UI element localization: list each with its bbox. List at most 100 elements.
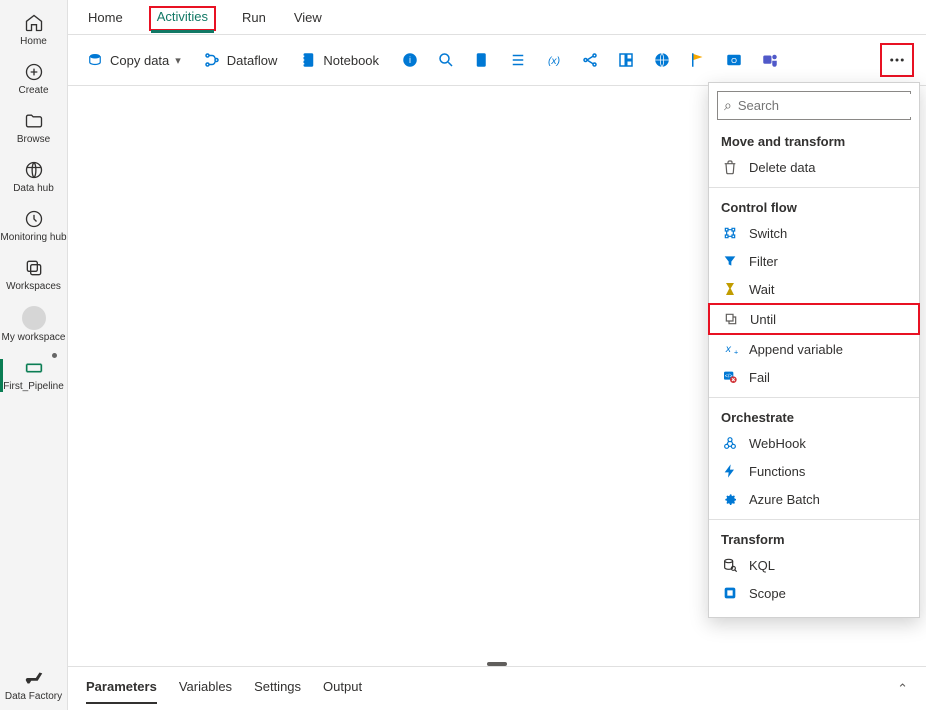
info-icon[interactable]: i [401,51,419,69]
activity-label: Fail [749,370,907,385]
tab-activities[interactable]: Activities [149,6,216,31]
outlook-icon[interactable]: O [725,51,743,69]
search-input[interactable] [738,94,914,117]
search-icon: ⌕ [724,97,732,114]
more-activities-button[interactable] [880,43,914,77]
nav-workspaces[interactable]: Workspaces [0,251,67,300]
nav-data-hub-label: Data hub [13,183,54,194]
left-nav-rail: Home Create Browse Data hub Monitoring h… [0,0,68,710]
activity-fail[interactable]: </> Fail [709,363,919,391]
activity-label: Scope [749,586,907,601]
activity-label: Filter [749,254,907,269]
nav-first-pipeline[interactable]: First_Pipeline [0,351,67,400]
section-control-flow: Control flow [709,194,919,219]
svg-text:O: O [731,56,737,65]
svg-text:i: i [409,55,411,65]
nav-workspaces-label: Workspaces [6,281,61,292]
until-icon [722,310,740,328]
activity-filter[interactable]: Filter [709,247,919,275]
svg-text:+: + [734,348,738,357]
svg-text:x: x [725,344,732,355]
filter-icon [721,252,739,270]
nav-create-label: Create [18,85,48,96]
append-variable-icon: x+ [721,340,739,358]
expand-panel-button[interactable]: ⌃ [897,681,908,697]
trash-icon [721,158,739,176]
nav-browse-label: Browse [17,134,50,145]
activity-kql[interactable]: KQL [709,551,919,579]
bottom-panel-tabs: Parameters Variables Settings Output ⌃ [68,666,926,710]
activity-label: Append variable [749,342,907,357]
activity-label: Wait [749,282,907,297]
activity-until[interactable]: Until [708,303,920,335]
notebook-button[interactable]: Notebook [293,47,385,73]
template-icon[interactable] [617,51,635,69]
section-move-transform: Move and transform [709,128,919,153]
search-field-wrap[interactable]: ⌕ [717,91,911,120]
activity-delete-data[interactable]: Delete data [709,153,919,181]
folder-icon [23,110,45,132]
avatar-icon [22,306,46,330]
activity-label: Delete data [749,160,907,175]
flag-icon[interactable] [689,51,707,69]
nav-monitoring-hub[interactable]: Monitoring hub [0,202,67,251]
search-icon[interactable] [437,51,455,69]
tab-parameters[interactable]: Parameters [86,677,157,700]
nav-home-label: Home [20,36,47,47]
nav-data-factory-label: Data Factory [5,691,62,702]
tab-run[interactable]: Run [240,8,268,31]
tab-variables[interactable]: Variables [179,677,232,700]
copy-data-button[interactable]: Copy data ▾ [80,47,187,73]
nav-data-factory[interactable]: Data Factory [0,661,67,710]
variable-icon[interactable]: (x) [545,51,563,69]
data-hub-icon [23,159,45,181]
nav-first-pipeline-label: First_Pipeline [3,381,64,392]
activity-append-variable[interactable]: x+ Append variable [709,335,919,363]
toolbar: Copy data ▾ Dataflow Notebook i (x) [68,35,926,86]
tab-view[interactable]: View [292,8,324,31]
activities-panel: ⌕ Move and transform Delete data Control… [708,82,920,618]
connector-icon[interactable] [581,51,599,69]
nav-browse[interactable]: Browse [0,104,67,153]
chevron-down-icon: ▾ [175,54,181,67]
nav-data-hub[interactable]: Data hub [0,153,67,202]
nav-my-workspace[interactable]: My workspace [0,300,67,351]
tab-output[interactable]: Output [323,677,362,700]
teams-icon[interactable] [761,51,779,69]
gear-icon [721,490,739,508]
dataflow-button[interactable]: Dataflow [197,47,284,73]
activity-wait[interactable]: Wait [709,275,919,303]
dataflow-label: Dataflow [227,53,278,68]
webhook-icon [721,434,739,452]
activity-azure-batch[interactable]: Azure Batch [709,485,919,513]
activity-label: Azure Batch [749,492,907,507]
activity-label: WebHook [749,436,907,451]
activity-functions[interactable]: Functions [709,457,919,485]
nav-create[interactable]: Create [0,55,67,104]
unsaved-dot-icon [52,353,57,358]
plus-circle-icon [23,61,45,83]
tab-settings[interactable]: Settings [254,677,301,700]
functions-icon [721,462,739,480]
activity-label: Until [750,312,906,327]
scope-icon [721,584,739,602]
nav-home[interactable]: Home [0,6,67,55]
list-icon[interactable] [509,51,527,69]
globe-icon[interactable] [653,51,671,69]
pipeline-icon [23,357,45,379]
switch-icon [721,224,739,242]
copy-data-label: Copy data [110,53,169,68]
activity-label: Functions [749,464,907,479]
tab-home[interactable]: Home [86,8,125,31]
activity-webhook[interactable]: WebHook [709,429,919,457]
fail-icon: </> [721,368,739,386]
kql-icon [721,556,739,574]
workspaces-icon [23,257,45,279]
nav-my-workspace-label: My workspace [2,332,66,343]
svg-text:(x): (x) [548,56,560,67]
resize-handle[interactable] [487,662,507,666]
script-icon[interactable] [473,51,491,69]
activity-switch[interactable]: Switch [709,219,919,247]
activity-label: KQL [749,558,907,573]
activity-scope[interactable]: Scope [709,579,919,607]
